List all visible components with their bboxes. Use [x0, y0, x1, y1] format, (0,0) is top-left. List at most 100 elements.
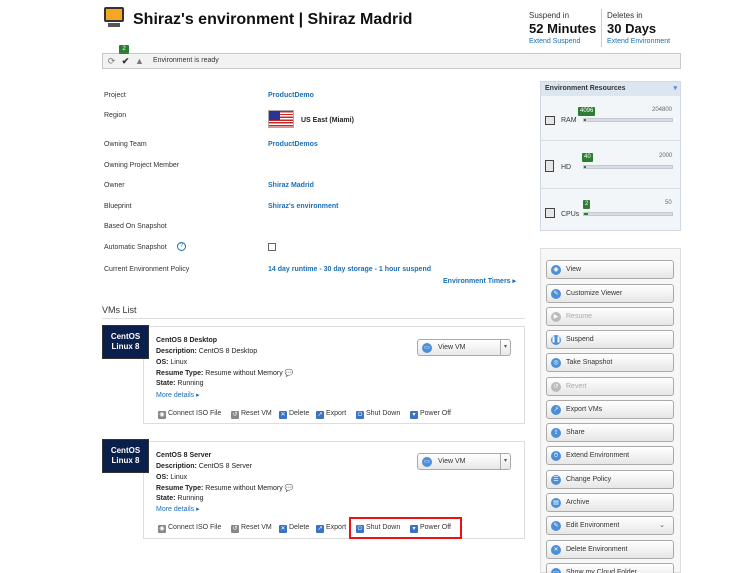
field-value: Resume without Memory [205, 370, 283, 377]
power-icon: ⏻ [356, 411, 364, 419]
project-label: Project [104, 92, 126, 99]
delete-vm-button[interactable]: ✕ Delete [279, 410, 309, 419]
vm-description: Description: CentOS 8 Desktop [156, 348, 257, 355]
action-label: Share [566, 429, 585, 436]
view-vm-button[interactable]: ▭ View VM ▾ [417, 339, 511, 356]
action-label: Connect ISO File [168, 410, 222, 417]
connect-iso-button[interactable]: ◉ Connect ISO File [158, 524, 221, 533]
field-label: Description: [156, 348, 197, 355]
environment-timers-link[interactable]: Environment Timers ▸ [443, 277, 516, 285]
field-value: Linux [170, 474, 188, 481]
centos-logo: CentOS Linux 8 [102, 325, 149, 359]
owning-team-link[interactable]: ProductDemos [268, 141, 318, 148]
vm-state: State: Running [156, 495, 203, 502]
change-policy-button[interactable]: ☰ Change Policy [546, 470, 674, 489]
refresh-icon[interactable]: ⟳ [106, 56, 117, 67]
ram-usage-fill [584, 119, 586, 121]
more-details-link[interactable]: More details ▸ [156, 505, 200, 513]
region-label: Region [104, 112, 127, 119]
logo-line: Linux 8 [111, 342, 140, 351]
policy-link[interactable]: 14 day runtime - 30 day storage - 1 hour… [268, 266, 431, 273]
monitor-icon: ▭ [422, 457, 432, 467]
view-vm-button[interactable]: ▭ View VM ▾ [417, 453, 511, 470]
region-value: US East (Miami) [301, 117, 354, 124]
customize-viewer-button[interactable]: ✎ Customize Viewer [546, 284, 674, 303]
comment-icon[interactable]: 💬 [285, 485, 294, 492]
action-label: Reset VM [241, 524, 272, 531]
comment-icon[interactable]: 💬 [285, 370, 294, 377]
project-link[interactable]: ProductDemo [268, 92, 314, 99]
field-label: OS: [156, 474, 169, 481]
divider [601, 9, 602, 47]
resources-title: Environment Resources [545, 85, 626, 92]
delete-environment-button[interactable]: ✕ Delete Environment [546, 540, 674, 559]
owner-link[interactable]: Shiraz Madrid [268, 182, 314, 189]
chevron-down-icon[interactable]: ▾ [673, 84, 677, 92]
share-button[interactable]: ⇪ Share [546, 423, 674, 442]
disc-icon: ◉ [158, 525, 166, 533]
view-button[interactable]: ◉ View [546, 260, 674, 279]
suspend-value: 52 Minutes [529, 21, 597, 36]
hd-usage-fill [584, 166, 586, 168]
view-vm-label: View VM [438, 458, 466, 465]
field-value: Resume without Memory [205, 485, 283, 492]
monitor-icon: ▭ [422, 343, 432, 353]
resources-header[interactable]: Environment Resources ▾ [541, 82, 680, 96]
shut-down-button[interactable]: ⏻ Shut Down [356, 410, 400, 419]
help-icon[interactable]: ? [177, 242, 186, 251]
chevron-down-icon[interactable]: ⌄ [659, 521, 665, 529]
resume-button[interactable]: ▶ Resume [546, 307, 674, 326]
action-label: Resume [566, 313, 593, 320]
action-label: Change Policy [566, 476, 612, 483]
more-details-link[interactable]: More details ▸ [156, 391, 200, 399]
page-title: Shiraz's environment | Shiraz Madrid [133, 11, 413, 28]
close-icon: ✕ [279, 525, 287, 533]
field-label: Resume Type: [156, 485, 204, 492]
vm-resume-type: Resume Type: Resume without Memory 💬 [156, 484, 293, 492]
delete-vm-button[interactable]: ✕ Delete [279, 524, 309, 533]
suspend-label: Suspend in [529, 11, 570, 20]
power-off-icon: ▾ [410, 411, 418, 419]
disc-icon: ◉ [158, 411, 166, 419]
export-vm-button[interactable]: ↗ Export [316, 410, 346, 419]
edit-environment-button[interactable]: ✎ Edit Environment ⌄ [546, 516, 674, 535]
based-on-snapshot-label: Based On Snapshot [104, 223, 167, 230]
vm-name: CentOS 8 Server [156, 452, 212, 459]
check-icon[interactable]: ✔ [120, 56, 131, 67]
extend-icon: ⏱ [551, 451, 561, 461]
automatic-snapshot-checkbox[interactable] [268, 243, 276, 251]
archive-button[interactable]: ▤ Archive [546, 493, 674, 512]
action-label: Reset VM [241, 410, 272, 417]
export-icon: ↗ [316, 411, 324, 419]
ram-label: RAM [561, 117, 577, 124]
extend-environment-link[interactable]: Extend Environment [607, 38, 670, 45]
cpus-usage-bar [583, 212, 673, 216]
take-snapshot-button[interactable]: ◎ Take Snapshot [546, 353, 674, 372]
export-vm-button[interactable]: ↗ Export [316, 524, 346, 533]
ram-icon [545, 116, 555, 125]
status-message: Environment is ready [153, 57, 219, 64]
action-label: Archive [566, 499, 590, 506]
connect-iso-button[interactable]: ◉ Connect ISO File [158, 410, 221, 419]
suspend-button[interactable]: ❚❚ Suspend [546, 330, 674, 349]
reset-vm-button[interactable]: ↺ Reset VM [231, 524, 272, 533]
export-vms-button[interactable]: ↗ Export VMs [546, 400, 674, 419]
power-off-button[interactable]: ▾ Power Off [410, 410, 451, 419]
reset-vm-button[interactable]: ↺ Reset VM [231, 410, 272, 419]
revert-button[interactable]: ↺ Revert [546, 377, 674, 396]
warning-icon[interactable]: ▲ [134, 56, 145, 67]
reset-icon: ↺ [231, 525, 239, 533]
chevron-down-icon[interactable]: ▾ [500, 340, 510, 355]
action-label: View [566, 266, 582, 273]
centos-logo: CentOS Linux 8 [102, 439, 149, 473]
extend-environment-button[interactable]: ⏱ Extend Environment [546, 446, 674, 465]
divider [540, 140, 681, 141]
hd-icon [545, 160, 554, 172]
vm-state: State: Running [156, 380, 203, 387]
blueprint-link[interactable]: Shiraz's environment [268, 203, 339, 210]
extend-suspend-link[interactable]: Extend Suspend [529, 38, 580, 45]
automatic-snapshot-label: Automatic Snapshot [104, 244, 167, 251]
show-my-cloud-folder-button[interactable]: ▭ Show my Cloud Folder [546, 563, 674, 573]
chevron-down-icon[interactable]: ▾ [500, 454, 510, 469]
divider [540, 188, 681, 189]
